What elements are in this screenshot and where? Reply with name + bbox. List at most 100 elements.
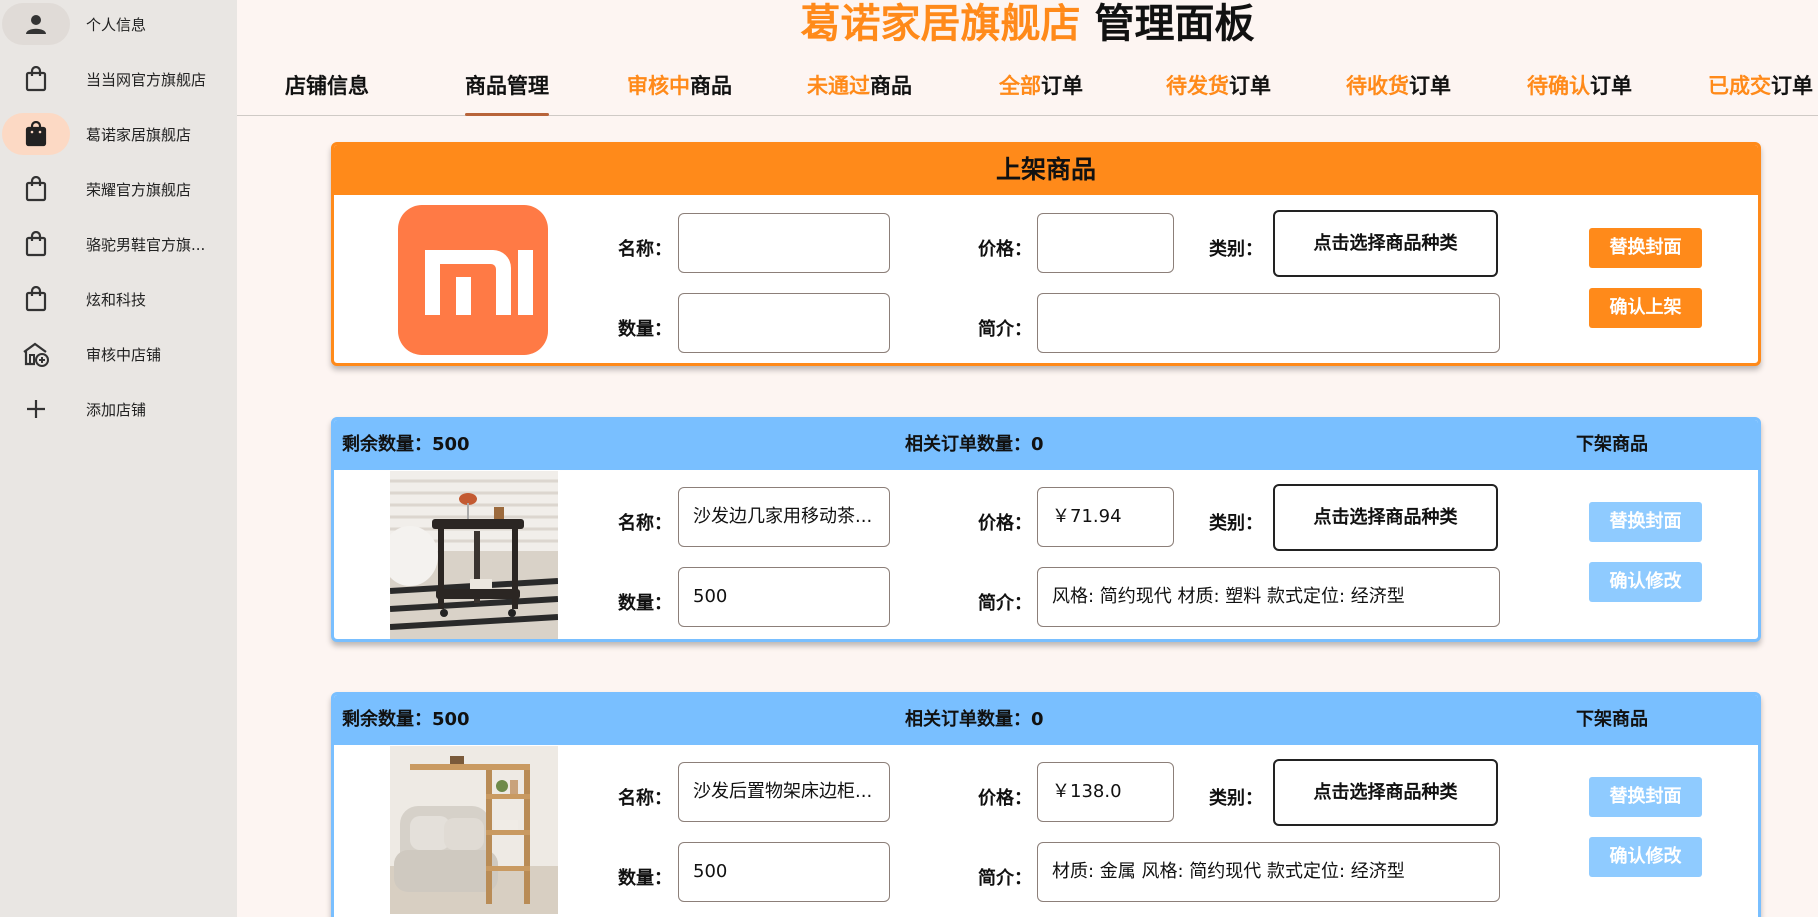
price-input[interactable]: ￥71.94: [1037, 487, 1174, 547]
remaining-quantity: 剩余数量：500: [342, 709, 470, 730]
tab-highlight: 全部: [999, 74, 1041, 98]
tab-to-confirm-orders[interactable]: 待确认订单: [1527, 68, 1632, 115]
quantity-label: 数量：: [618, 593, 672, 614]
category-select-button[interactable]: 点击选择商品种类: [1273, 759, 1498, 826]
shopping-bag-icon: [2, 58, 70, 100]
tab-label: 订单: [1229, 74, 1271, 98]
description-input[interactable]: 材质: 金属 风格: 简约现代 款式定位: 经济型: [1037, 842, 1500, 902]
tab-store-info[interactable]: 店铺信息: [285, 68, 369, 115]
description-label: 简介：: [978, 593, 1032, 614]
confirm-edit-button[interactable]: 确认修改: [1589, 837, 1702, 877]
tab-all-orders[interactable]: 全部订单: [999, 68, 1083, 115]
shopping-bag-icon: [2, 168, 70, 210]
shopping-bag-icon: [2, 113, 70, 155]
category-select-button[interactable]: 点击选择商品种类: [1273, 210, 1498, 277]
quantity-label: 数量：: [618, 319, 672, 340]
quantity-input[interactable]: 500: [678, 842, 890, 902]
product-card: 剩余数量：500 相关订单数量：0 下架商品 名称： 沙发边几家用移动茶... …: [331, 417, 1761, 642]
tab-highlight: 已成交: [1708, 74, 1771, 98]
quantity-input[interactable]: [678, 293, 890, 353]
sidebar-item-profile[interactable]: 个人信息: [0, 0, 237, 48]
price-label: 价格：: [978, 513, 1032, 534]
sidebar-item-label: 荣耀官方旗舰店: [86, 180, 192, 199]
sidebar-item-label: 个人信息: [86, 15, 147, 34]
related-orders-count: 相关订单数量：0: [905, 709, 1044, 730]
product-card-header: 剩余数量：500 相关订单数量：0 下架商品: [334, 420, 1758, 470]
shopping-bag-icon: [2, 278, 70, 320]
tab-highlight: 审核中: [627, 74, 690, 98]
product-image[interactable]: [390, 746, 558, 914]
name-input[interactable]: 沙发边几家用移动茶...: [678, 487, 890, 547]
tab-pending-products[interactable]: 审核中商品: [627, 68, 732, 115]
tab-to-receive-orders[interactable]: 待收货订单: [1346, 68, 1451, 115]
tab-highlight: 待发货: [1166, 74, 1229, 98]
tab-completed-orders[interactable]: 已成交订单: [1708, 68, 1813, 115]
description-label: 简介：: [978, 319, 1032, 340]
category-select-button[interactable]: 点击选择商品种类: [1273, 484, 1498, 551]
quantity-input[interactable]: 500: [678, 567, 890, 627]
related-orders-count: 相关订单数量：0: [905, 434, 1044, 455]
name-label: 名称：: [618, 239, 672, 260]
tab-label: 订单: [1590, 74, 1632, 98]
mi-logo-icon: [425, 250, 533, 315]
product-card: 剩余数量：500 相关订单数量：0 下架商品 名称： 沙发后置物架床边柜... …: [331, 692, 1761, 917]
sidebar-item-label: 炫和科技: [86, 290, 147, 309]
tab-label: 商品: [870, 74, 912, 98]
sofa-shelf-image: [390, 746, 558, 914]
delist-button[interactable]: 下架商品: [1576, 695, 1648, 745]
page-title: 葛诺家居旗舰店 管理面板: [237, 0, 1818, 50]
delist-button[interactable]: 下架商品: [1576, 420, 1648, 470]
sidebar-item-xuanhe[interactable]: 炫和科技: [0, 275, 237, 323]
shopping-bag-icon: [2, 223, 70, 265]
tab-highlight: 待确认: [1527, 74, 1590, 98]
sidebar-item-pending-stores[interactable]: 审核中店铺: [0, 330, 237, 378]
description-input[interactable]: 风格: 简约现代 材质: 塑料 款式定位: 经济型: [1037, 567, 1500, 627]
product-card-header: 剩余数量：500 相关订单数量：0 下架商品: [334, 695, 1758, 745]
sidebar-item-honor[interactable]: 荣耀官方旗舰店: [0, 165, 237, 213]
replace-cover-button[interactable]: 替换封面: [1589, 502, 1702, 542]
product-image[interactable]: [390, 471, 558, 639]
tab-to-ship-orders[interactable]: 待发货订单: [1166, 68, 1271, 115]
sidebar-item-camel[interactable]: 骆驼男鞋官方旗...: [0, 220, 237, 268]
sidebar-item-label: 葛诺家居旗舰店: [86, 125, 192, 144]
active-tab-indicator: [465, 113, 549, 116]
sidebar-item-genuo[interactable]: 葛诺家居旗舰店: [0, 110, 237, 158]
name-input[interactable]: 沙发后置物架床边柜...: [678, 762, 890, 822]
tab-highlight: 待收货: [1346, 74, 1409, 98]
name-label: 名称：: [618, 513, 672, 534]
replace-cover-button[interactable]: 替换封面: [1589, 777, 1702, 817]
tab-label: 订单: [1041, 74, 1083, 98]
plus-icon: [2, 388, 70, 430]
tab-label: 商品: [690, 74, 732, 98]
category-label: 类别：: [1209, 788, 1263, 809]
add-product-card: 上架商品 名称： 价格： 类别： 点击选择商品种类 替换封面 数量： 简介： 确…: [331, 142, 1761, 366]
price-input[interactable]: [1037, 213, 1174, 273]
tab-highlight: 未通过: [807, 74, 870, 98]
xiaomi-logo[interactable]: [398, 205, 548, 355]
replace-cover-button[interactable]: 替换封面: [1589, 228, 1702, 268]
sidebar-item-dangdang[interactable]: 当当网官方旗舰店: [0, 55, 237, 103]
sidebar-item-add-store[interactable]: 添加店铺: [0, 385, 237, 433]
tab-bar: 店铺信息 商品管理 审核中商品 未通过商品 全部订单 待发货订单 待收货订单 待…: [237, 68, 1818, 116]
description-input[interactable]: [1037, 293, 1500, 353]
price-input[interactable]: ￥138.0: [1037, 762, 1174, 822]
category-label: 类别：: [1209, 239, 1263, 260]
confirm-listing-button[interactable]: 确认上架: [1589, 288, 1702, 328]
store-name: 葛诺家居旗舰店: [800, 1, 1081, 47]
tab-product-management[interactable]: 商品管理: [465, 68, 549, 116]
person-icon: [2, 3, 70, 45]
sidebar-item-label: 添加店铺: [86, 400, 147, 419]
tab-label: 订单: [1771, 74, 1813, 98]
description-label: 简介：: [978, 868, 1032, 889]
tab-label: 订单: [1409, 74, 1451, 98]
name-input[interactable]: [678, 213, 890, 273]
price-label: 价格：: [978, 788, 1032, 809]
remaining-quantity: 剩余数量：500: [342, 434, 470, 455]
sidebar-item-label: 当当网官方旗舰店: [86, 70, 207, 89]
sidebar-item-label: 审核中店铺: [86, 345, 162, 364]
quantity-label: 数量：: [618, 868, 672, 889]
tab-rejected-products[interactable]: 未通过商品: [807, 68, 912, 115]
sidebar: 个人信息 当当网官方旗舰店 葛诺家居旗舰店 荣耀官方旗舰店 骆驼男鞋官方旗...…: [0, 0, 237, 917]
confirm-edit-button[interactable]: 确认修改: [1589, 562, 1702, 602]
title-suffix: 管理面板: [1094, 1, 1255, 47]
